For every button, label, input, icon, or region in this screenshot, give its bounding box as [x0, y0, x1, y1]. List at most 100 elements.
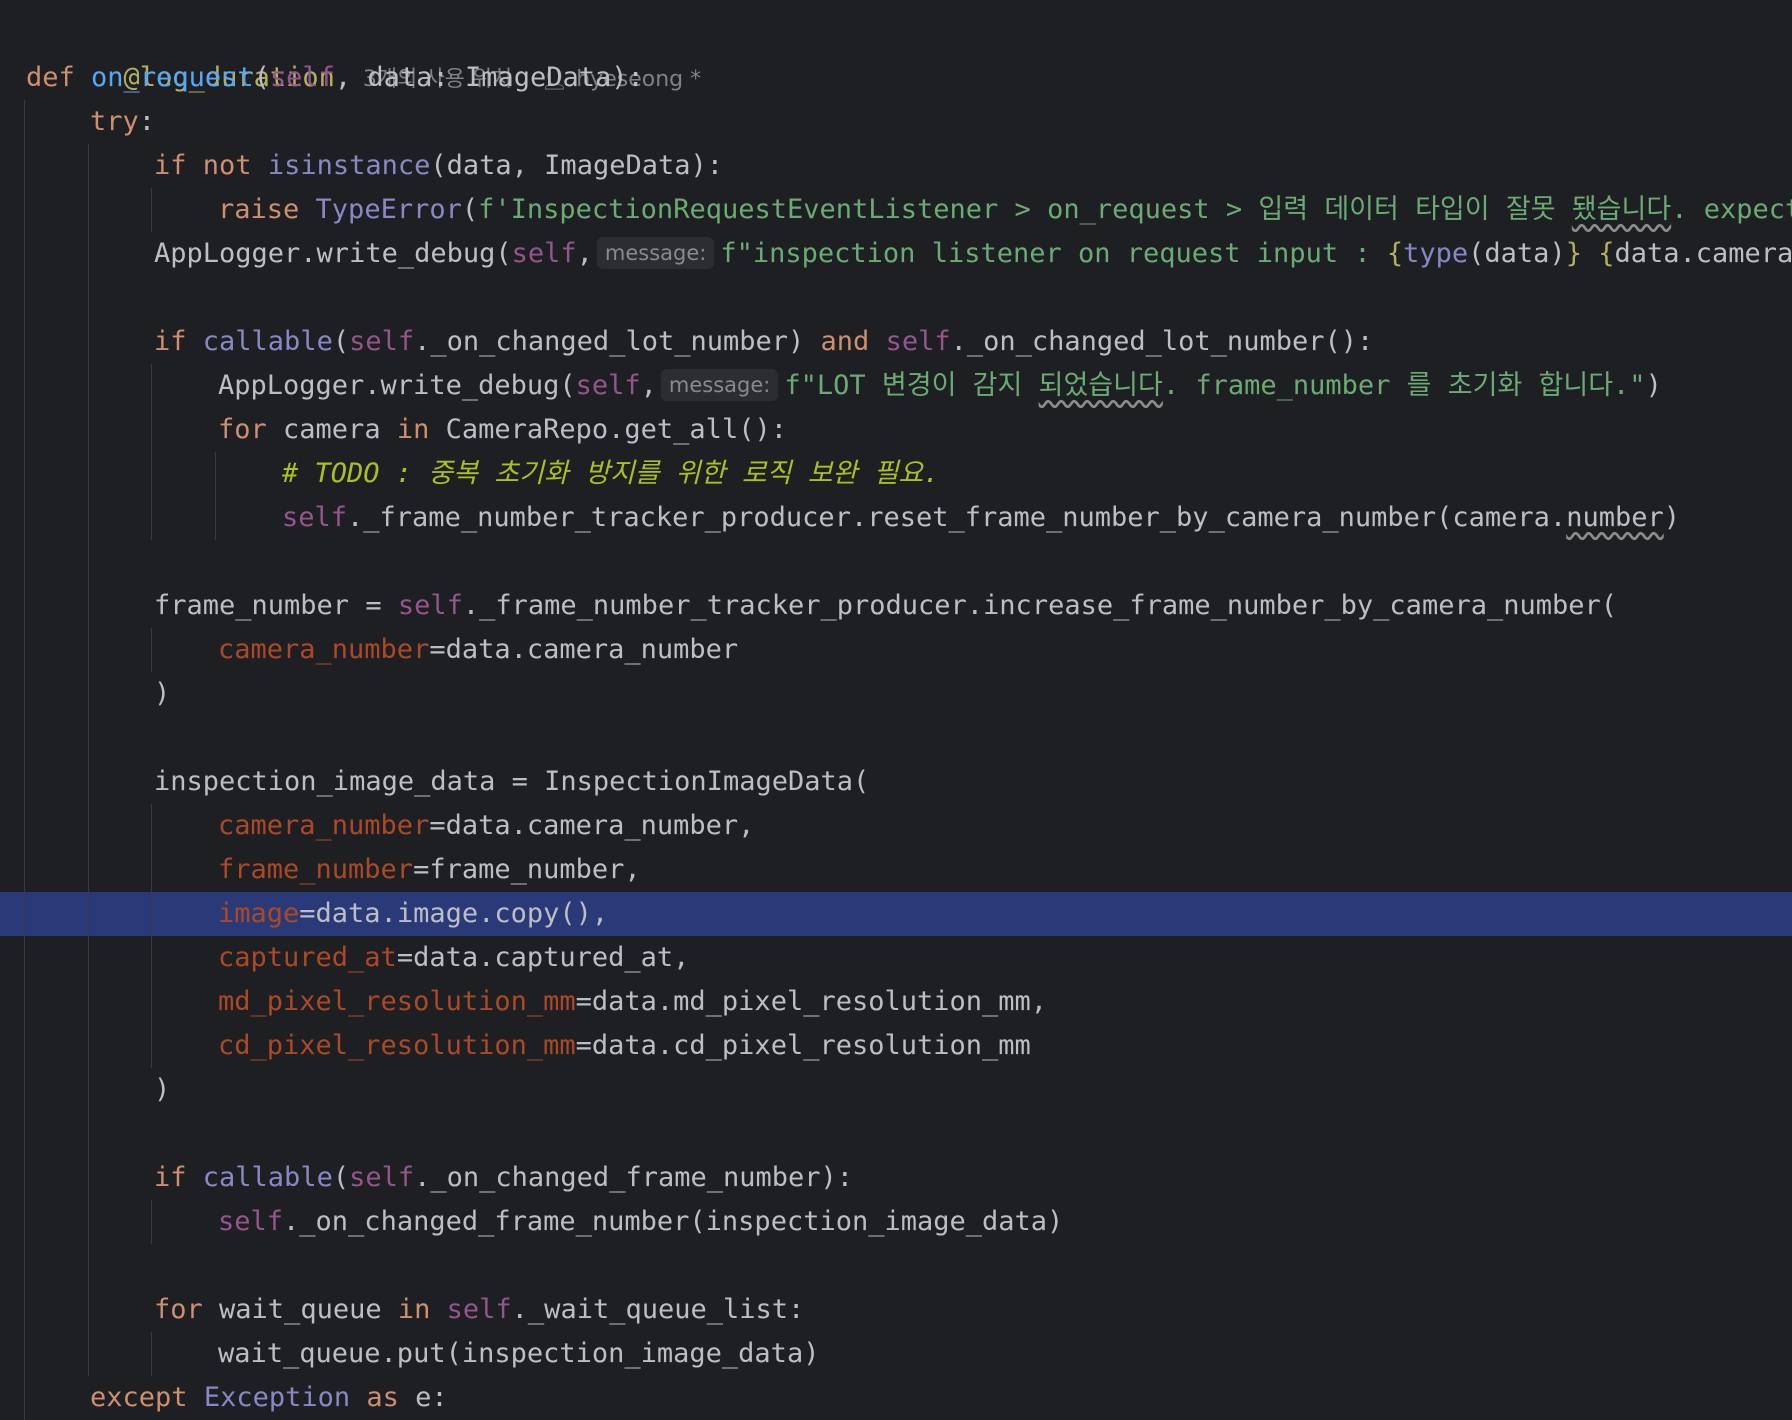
code-line-19: camera_number=data.camera_number, [0, 804, 1792, 848]
self-keyword: self [349, 1162, 415, 1193]
indent-guide [88, 672, 89, 716]
code-line-27: if callable(self._on_changed_frame_numbe… [0, 1156, 1792, 1200]
keyword: if [154, 150, 187, 181]
indent-guide [88, 1068, 89, 1112]
paren: ) [1645, 370, 1662, 401]
code-line-12: self._frame_number_tracker_producer.rese… [0, 496, 1792, 540]
code-line-22: captured_at=data.captured_at, [0, 936, 1792, 980]
code-text: , data: ImageData): [334, 62, 644, 93]
indent-guide [151, 188, 152, 232]
indent-guide [24, 452, 25, 496]
indent-guide [24, 628, 25, 672]
keyword: raise [218, 194, 300, 225]
self-keyword: self [397, 590, 463, 621]
code-text: : [138, 106, 156, 137]
indent-guide [151, 980, 152, 1024]
builtin: Exception [203, 1382, 351, 1413]
self-keyword: self [269, 62, 335, 93]
indent-guide [88, 1112, 89, 1156]
code-text: wait_queue [202, 1294, 398, 1325]
indent-guide [88, 188, 89, 232]
code-line-7 [0, 276, 1792, 320]
paren: ) [1663, 502, 1680, 533]
code-text: , [640, 370, 657, 401]
keyword-argument: cd_pixel_resolution_mm [218, 1030, 576, 1061]
code-line-28: self._on_changed_frame_number(inspection… [0, 1200, 1792, 1244]
code-line-31: wait_queue.put(inspection_image_data) [0, 1332, 1792, 1376]
code-line-8: if callable(self._on_changed_lot_number)… [0, 320, 1792, 364]
builtin: callable [202, 326, 333, 357]
code-text: camera [266, 414, 397, 445]
keyword: def [26, 62, 75, 93]
code-line-13 [0, 540, 1792, 584]
code-text: =data.md_pixel_resolution_mm, [575, 986, 1048, 1017]
code-text: AppLogger.write_debug( [154, 238, 512, 269]
keyword: if [154, 1162, 187, 1193]
code-text: ._on_changed_frame_number): [414, 1162, 854, 1193]
function-name: on_request [91, 62, 254, 93]
string-literal: f'InspectionRequestEventListener > on_re… [478, 194, 1572, 225]
indent-guide [24, 144, 25, 188]
indent-guide [24, 188, 25, 232]
paren: ( [332, 1162, 350, 1193]
todo-comment: TODO : 중복 초기화 방지를 위한 로직 보완 필요. [314, 458, 940, 489]
keyword-argument: captured_at [218, 942, 397, 973]
indent-guide [24, 716, 25, 760]
indent-guide [151, 1200, 152, 1244]
brace: { [1598, 238, 1615, 269]
keyword: in [397, 1294, 431, 1325]
code-line-23: md_pixel_resolution_mm=data.md_pixel_res… [0, 980, 1792, 1024]
self-keyword: self [446, 1294, 512, 1325]
parameter-hint: message: [596, 237, 715, 269]
indent-guide [24, 848, 25, 892]
indent-guide [24, 584, 25, 628]
indent-guide [88, 1332, 89, 1376]
indent-guide [24, 1068, 25, 1112]
code-line-15: camera_number=data.camera_number [0, 628, 1792, 672]
string-literal: . expect [1671, 194, 1792, 225]
indent-guide [24, 276, 25, 320]
code-text: =data.captured_at, [396, 942, 690, 973]
indent-guide [88, 760, 89, 804]
string-literal: . frame_number 를 초기화 합니다." [1162, 370, 1646, 401]
code-line-14: frame_number = self._frame_number_tracke… [0, 584, 1792, 628]
indent-guide [24, 760, 25, 804]
code-text: wait_queue.put(inspection_image_data) [218, 1338, 820, 1369]
typo-warning: number [1566, 502, 1664, 533]
indent-guide [24, 100, 25, 144]
indent-guide [88, 892, 89, 936]
paren: ( [461, 194, 479, 225]
keyword: except [90, 1382, 188, 1413]
code-text: ._on_changed_lot_number(): [950, 326, 1374, 357]
indent-guide [88, 716, 89, 760]
code-text: =frame_number, [413, 854, 641, 885]
code-line-21-selected[interactable]: image=data.image.copy(), [0, 892, 1792, 936]
keyword: try [90, 106, 139, 137]
code-line-17 [0, 716, 1792, 760]
typo-warning: 됐습니다 [1571, 194, 1672, 225]
code-text: ._on_changed_frame_number(inspection_ima… [283, 1206, 1064, 1237]
self-keyword: self [282, 502, 348, 533]
indent-guide [24, 320, 25, 364]
parameter-hint: message: [660, 369, 779, 401]
self-keyword: self [218, 1206, 284, 1237]
indent-guide [88, 496, 89, 540]
code-text: CameraRepo.get_all(): [429, 414, 787, 445]
string-literal [1582, 238, 1598, 269]
code-editor[interactable]: @log_duration 3개의 사용 위치 👤︎ hyeseong * def o… [0, 0, 1792, 1420]
indent-guide [24, 1112, 25, 1156]
code-line-20: frame_number=frame_number, [0, 848, 1792, 892]
indent-guide [24, 364, 25, 408]
keyword: for [154, 1294, 203, 1325]
indent-guide [88, 1244, 89, 1288]
keyword-argument: camera_number [218, 634, 430, 665]
indent-guide [24, 892, 25, 936]
brace: { [1386, 238, 1404, 269]
code-text: (data) [1468, 238, 1566, 269]
indent-guide [88, 1156, 89, 1200]
indent-guide [88, 320, 89, 364]
paren: ) [154, 678, 171, 709]
